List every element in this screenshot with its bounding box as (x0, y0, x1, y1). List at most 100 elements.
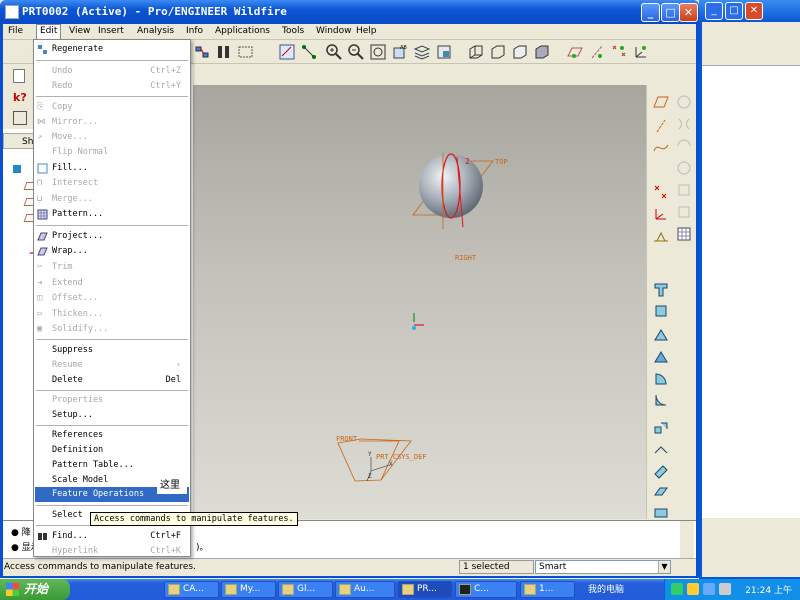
close-button[interactable]: ✕ (679, 3, 698, 22)
app-icon[interactable] (5, 5, 19, 19)
menu-item-project[interactable]: Project... (35, 229, 189, 244)
menu-item-setup[interactable]: Setup... (35, 408, 189, 423)
disabled-tool-icon-4[interactable] (675, 159, 693, 177)
revolve-tool-icon[interactable] (652, 302, 670, 320)
menu-item-suppress[interactable]: Suppress (35, 343, 189, 358)
menu-applications[interactable]: Applications (215, 26, 270, 36)
taskbar-item-3[interactable]: Gl... (278, 581, 333, 598)
disabled-tool-icon-1[interactable] (675, 93, 693, 111)
datum-plane-tool-icon[interactable] (652, 93, 670, 111)
menu-item-move[interactable]: ↗ Move... (35, 130, 189, 145)
menu-help[interactable]: Help (356, 26, 377, 36)
regenerate-icon[interactable] (193, 43, 211, 61)
menu-item-resume[interactable]: Resume › (35, 358, 189, 373)
minimize-button[interactable]: _ (641, 3, 660, 22)
boundary-blend-tool-icon[interactable] (652, 503, 670, 521)
menu-info[interactable]: Info (186, 26, 203, 36)
rib-tool-icon[interactable] (652, 370, 670, 388)
disabled-tool-icon-6[interactable] (675, 203, 693, 221)
grid-tool-icon[interactable] (675, 225, 693, 243)
menu-item-mirror[interactable]: ⋈ Mirror... (35, 115, 189, 130)
menu-window[interactable]: Window (316, 26, 352, 36)
maximize-button[interactable]: □ (661, 3, 680, 22)
menu-item-redo[interactable]: Redo Ctrl+Y (35, 79, 189, 94)
round-tool-icon[interactable] (652, 419, 670, 437)
menu-item-trim[interactable]: ✂ Trim (35, 260, 189, 275)
disabled-tool-icon-5[interactable] (675, 181, 693, 199)
menu-insert[interactable]: Insert (98, 26, 124, 36)
tray-icon-3[interactable] (703, 583, 715, 595)
dimension-label[interactable]: 2 (465, 157, 470, 166)
csys-toggle-icon[interactable] (632, 43, 650, 61)
datum-points-icon[interactable] (300, 43, 318, 61)
taskbar-item-5[interactable]: PR... (398, 581, 452, 598)
menu-item-pattern[interactable]: Pattern... (35, 207, 189, 222)
sweep-tool-icon[interactable] (652, 462, 670, 480)
part-node-icon[interactable] (13, 165, 21, 173)
menu-item-references[interactable]: References (35, 428, 189, 443)
reorient-icon[interactable]: AB (391, 43, 409, 61)
chevron-down-icon[interactable]: ▼ (658, 561, 670, 573)
shell-tool-icon[interactable] (652, 348, 670, 366)
taskbar-item-1[interactable]: CA... (164, 581, 219, 598)
csys-tool-icon[interactable] (652, 205, 670, 223)
refit-icon[interactable] (369, 43, 387, 61)
graphics-window[interactable]: TOP RIGHT 2 FRONT PRT_CSYS_DEF Y X Z (193, 85, 649, 519)
menu-tools[interactable]: Tools (282, 26, 304, 36)
chamfer-tool-icon[interactable] (652, 441, 670, 459)
menu-item-fill[interactable]: Fill... (35, 161, 189, 176)
menu-item-hyperlink[interactable]: Hyperlink Ctrl+K (35, 544, 189, 559)
blend-tool-icon[interactable] (652, 483, 670, 501)
taskbar-item-2[interactable]: My... (221, 581, 276, 598)
disabled-tool-icon-2[interactable] (675, 115, 693, 133)
menu-item-solidify[interactable]: ▣ Solidify... (35, 322, 189, 337)
sphere-model[interactable] (419, 154, 483, 218)
menu-item-find[interactable]: Find... Ctrl+F (35, 529, 189, 544)
menu-item-pattern-table[interactable]: Pattern Table... (35, 458, 189, 473)
datum-points-toggle-icon[interactable] (610, 43, 628, 61)
extrude-tool-icon[interactable] (652, 280, 670, 298)
background-maximize-button[interactable]: □ (725, 2, 743, 20)
analysis-tool-icon[interactable] (652, 227, 670, 245)
taskbar-item-6[interactable]: C... (455, 581, 517, 598)
new-file-icon[interactable] (13, 69, 25, 83)
shading-icon[interactable] (533, 43, 551, 61)
message-scrollbar[interactable] (680, 521, 694, 559)
menu-file[interactable]: File (8, 26, 23, 36)
model-viewport[interactable]: TOP RIGHT 2 FRONT PRT_CSYS_DEF Y X Z (193, 85, 649, 519)
saved-views-icon[interactable] (413, 43, 431, 61)
tray-icon-2[interactable] (687, 583, 699, 595)
selection-filter-dropdown[interactable]: Smart ▼ (535, 560, 671, 574)
menu-analysis[interactable]: Analysis (137, 26, 174, 36)
menu-item-properties[interactable]: Properties (35, 393, 189, 408)
menu-item-delete[interactable]: Delete Del (35, 373, 189, 388)
hole-tool-icon[interactable] (652, 326, 670, 344)
datum-planes-toggle-icon[interactable] (566, 43, 584, 61)
menu-item-regenerate[interactable]: Regenerate (35, 42, 189, 57)
background-close-button[interactable]: ✕ (745, 2, 763, 20)
taskbar-item-4[interactable]: Au... (335, 581, 395, 598)
layers-icon[interactable] (435, 43, 453, 61)
datum-point-tool-icon[interactable] (652, 183, 670, 201)
menu-item-intersect[interactable]: ⊓ Intersect (35, 176, 189, 191)
no-hidden-icon[interactable] (511, 43, 529, 61)
datum-axes-toggle-icon[interactable] (588, 43, 606, 61)
tray-icon-1[interactable] (671, 583, 683, 595)
tree-toggle-icon[interactable] (13, 111, 27, 125)
menu-view[interactable]: View (69, 26, 90, 36)
menu-item-offset[interactable]: ◫ Offset... (35, 291, 189, 306)
show-tab[interactable]: Sho (3, 133, 39, 149)
menu-item-thicken[interactable]: ▭ Thicken... (35, 307, 189, 322)
disabled-tool-icon-3[interactable] (675, 137, 693, 155)
selection-box-icon[interactable] (237, 43, 255, 61)
hidden-line-icon[interactable] (489, 43, 507, 61)
menu-item-definition[interactable]: Definition (35, 443, 189, 458)
menu-item-undo[interactable]: Undo Ctrl+Z (35, 64, 189, 79)
zoom-out-icon[interactable] (347, 43, 365, 61)
menu-item-merge[interactable]: ⊔ Merge... (35, 192, 189, 207)
sketch-icon[interactable] (278, 43, 296, 61)
menu-edit[interactable]: Edit (36, 24, 62, 40)
model-tree-icon[interactable] (215, 43, 233, 61)
volume-icon[interactable] (719, 583, 731, 595)
datum-axis-tool-icon[interactable] (652, 117, 670, 135)
